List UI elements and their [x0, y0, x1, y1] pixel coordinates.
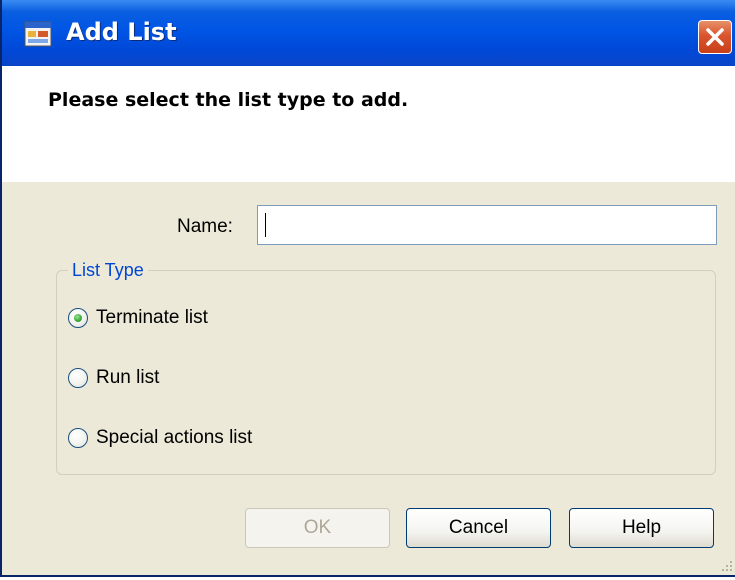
- instruction-text: Please select the list type to add.: [48, 89, 409, 111]
- resize-grip-icon[interactable]: [717, 557, 735, 575]
- header-panel: Please select the list type to add.: [2, 66, 735, 182]
- ok-button[interactable]: OK: [245, 508, 390, 548]
- close-icon: [706, 28, 724, 46]
- radio-terminate-list[interactable]: Terminate list: [68, 305, 208, 331]
- close-button[interactable]: [698, 20, 732, 54]
- radio-button-selected[interactable]: [68, 308, 88, 328]
- app-window-icon: [24, 20, 52, 48]
- radio-label: Special actions list: [96, 427, 253, 448]
- radio-button[interactable]: [68, 428, 88, 448]
- window-title: Add List: [66, 18, 177, 46]
- cancel-button[interactable]: Cancel: [406, 508, 551, 548]
- radio-button[interactable]: [68, 368, 88, 388]
- radio-special-actions-list[interactable]: Special actions list: [68, 425, 252, 451]
- text-cursor: [265, 213, 266, 237]
- list-type-legend: List Type: [68, 260, 148, 281]
- name-label: Name:: [177, 216, 233, 237]
- radio-label: Terminate list: [96, 307, 208, 328]
- add-list-dialog: Add List Please select the list type to …: [0, 0, 735, 577]
- help-button[interactable]: Help: [569, 508, 714, 548]
- title-bar[interactable]: Add List: [2, 0, 735, 66]
- radio-run-list[interactable]: Run list: [68, 365, 159, 391]
- radio-label: Run list: [96, 367, 160, 388]
- name-input[interactable]: [257, 205, 717, 245]
